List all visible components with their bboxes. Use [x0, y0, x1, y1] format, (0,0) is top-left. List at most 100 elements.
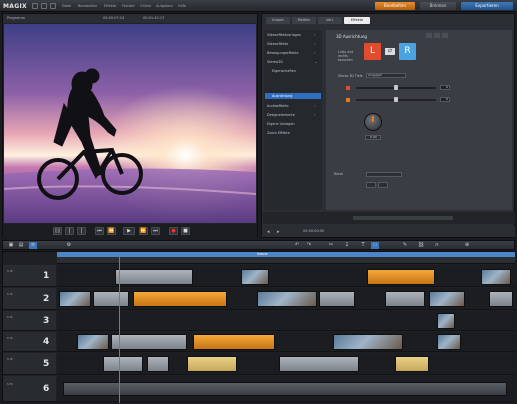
track-lane[interactable] [57, 376, 515, 402]
track-header[interactable]: S M 3 [3, 311, 56, 331]
sidebar-item-audio-effects[interactable]: Audioeffekte [267, 104, 289, 108]
offset-slider-knob[interactable] [394, 97, 398, 102]
text-icon[interactable]: T [359, 242, 367, 249]
tab-media[interactable]: Medien [292, 17, 316, 24]
menu-help[interactable]: Hilfe [178, 4, 186, 8]
right-eye-button[interactable]: R [399, 43, 416, 60]
track-controls[interactable]: S M [7, 382, 12, 386]
track-header[interactable]: S M 6 [3, 376, 56, 402]
sidebar-item-properties[interactable]: Eigenschaften [272, 69, 296, 73]
sidebar-item-alignment[interactable]: Ausrichtung [272, 94, 292, 98]
sidebar-item-design-elements[interactable]: Designelemente [267, 113, 295, 117]
link-icon[interactable]: ⛓ [417, 242, 425, 249]
video-clip[interactable] [111, 334, 187, 350]
video-clip[interactable] [257, 291, 317, 307]
video-clip[interactable] [319, 291, 355, 307]
sidebar-item-zoom-effects[interactable]: Zoom Effekte [267, 131, 290, 135]
anaglyph-dropdown[interactable]: Anaglyph [366, 73, 406, 78]
window-icon[interactable] [41, 3, 47, 9]
edit-mode-button[interactable]: Bearbeiten [375, 2, 415, 10]
depth-value[interactable]: 0 [440, 85, 450, 90]
track-header[interactable]: S M 5 [3, 353, 56, 375]
menu-file[interactable]: Datei [62, 4, 71, 8]
menu-effects[interactable]: Effekte [104, 4, 116, 8]
mark-out-button[interactable]: | [77, 227, 86, 235]
sidebar-item-own-templates[interactable]: Eigene Vorlagen [267, 122, 295, 126]
next-preset-button[interactable] [378, 182, 388, 188]
export-mode-button[interactable]: Exportieren [461, 2, 513, 10]
video-clip[interactable] [333, 334, 403, 350]
video-clip[interactable] [133, 291, 227, 307]
storyboard-icon[interactable]: ▤ [17, 242, 25, 249]
video-clip[interactable] [429, 291, 465, 307]
record-icon[interactable]: ● [169, 227, 178, 235]
pen-icon[interactable]: ✎ [401, 242, 409, 249]
track-controls[interactable]: S M [7, 336, 12, 340]
video-clip[interactable] [279, 356, 359, 372]
menu-online[interactable]: Online [140, 4, 151, 8]
video-frame[interactable] [4, 24, 256, 223]
sidebar-item-video-templates[interactable]: Videoeffektvorlagen [267, 33, 301, 37]
tab-templates[interactable]: Vorl. [318, 17, 342, 24]
track-controls[interactable]: S M [7, 357, 12, 361]
video-clip[interactable] [385, 291, 425, 307]
rewind-icon[interactable]: ⏪ [107, 227, 116, 235]
menu-edit[interactable]: Bearbeiten [78, 4, 97, 8]
skip-back-icon[interactable]: ⏮ [95, 227, 104, 235]
video-clip[interactable] [187, 356, 237, 372]
video-clip[interactable] [59, 291, 91, 307]
offset-value[interactable]: 0 [440, 97, 450, 102]
depth-slider-knob[interactable] [394, 85, 398, 90]
track-lane[interactable] [57, 288, 515, 310]
undo-icon[interactable]: ↶ [293, 242, 301, 249]
track-header[interactable]: S M 2 [3, 288, 56, 310]
rotation-knob[interactable] [364, 113, 382, 131]
video-clip[interactable] [489, 291, 513, 307]
magnet-icon[interactable]: ∩ [433, 242, 441, 249]
marker-icon[interactable]: ↧ [343, 242, 351, 249]
close-icon[interactable] [442, 33, 448, 38]
sidebar-item-video-effects[interactable]: Videoeffekte [267, 42, 288, 46]
sidebar-item-stereo3d[interactable]: Stereo3D [267, 60, 283, 64]
play-icon[interactable]: ▶ [123, 227, 135, 235]
video-clip[interactable] [437, 313, 455, 329]
video-clip[interactable] [395, 356, 429, 372]
view-mode-icon[interactable]: ▣ [7, 242, 15, 249]
swap-arrows-icon[interactable]: ⇄ [385, 48, 395, 55]
settings-icon[interactable]: ⚙ [65, 242, 73, 249]
video-clip[interactable] [103, 356, 143, 372]
zoom-icon[interactable]: ⊕ [463, 242, 471, 249]
playhead[interactable] [119, 252, 120, 403]
track-lane[interactable] [57, 265, 515, 287]
prev-preset-button[interactable] [366, 182, 376, 188]
track-controls[interactable]: S M [7, 269, 12, 273]
video-clip[interactable] [115, 269, 193, 285]
sidebar-item-motion-effects[interactable]: Bewegungseffekte [267, 51, 299, 55]
redo-icon[interactable]: ↷ [305, 242, 313, 249]
knob-value[interactable]: 0.00 [365, 135, 381, 140]
window-icon[interactable] [32, 3, 38, 9]
video-clip[interactable] [93, 291, 129, 307]
cut-icon[interactable]: ✂ [327, 242, 335, 249]
video-clip[interactable] [241, 269, 269, 285]
window-icon[interactable] [50, 3, 56, 9]
menu-window[interactable]: Fenster [122, 4, 135, 8]
back-icon[interactable]: ◂ [267, 229, 270, 235]
forward-icon[interactable]: ▸ [277, 229, 280, 235]
video-clip[interactable] [193, 334, 275, 350]
burn-mode-button[interactable]: Brennen [420, 2, 456, 10]
preset-dropdown[interactable] [366, 172, 402, 177]
timeline-view-icon[interactable]: ≡ [29, 242, 37, 249]
track-header[interactable]: S M 1 [3, 265, 56, 287]
track-controls[interactable]: S M [7, 292, 12, 296]
skip-forward-icon[interactable]: ⏭ [151, 227, 160, 235]
window-icon[interactable] [426, 33, 432, 38]
track-header[interactable]: S M 4 [3, 332, 56, 352]
track-lane[interactable] [57, 311, 515, 331]
video-clip[interactable] [147, 356, 169, 372]
mark-in-button[interactable]: | [65, 227, 74, 235]
video-clip[interactable] [437, 334, 461, 350]
track-lane[interactable] [57, 353, 515, 375]
audio-clip[interactable] [63, 382, 507, 396]
loop-button[interactable]: ▯▯ [53, 227, 62, 235]
